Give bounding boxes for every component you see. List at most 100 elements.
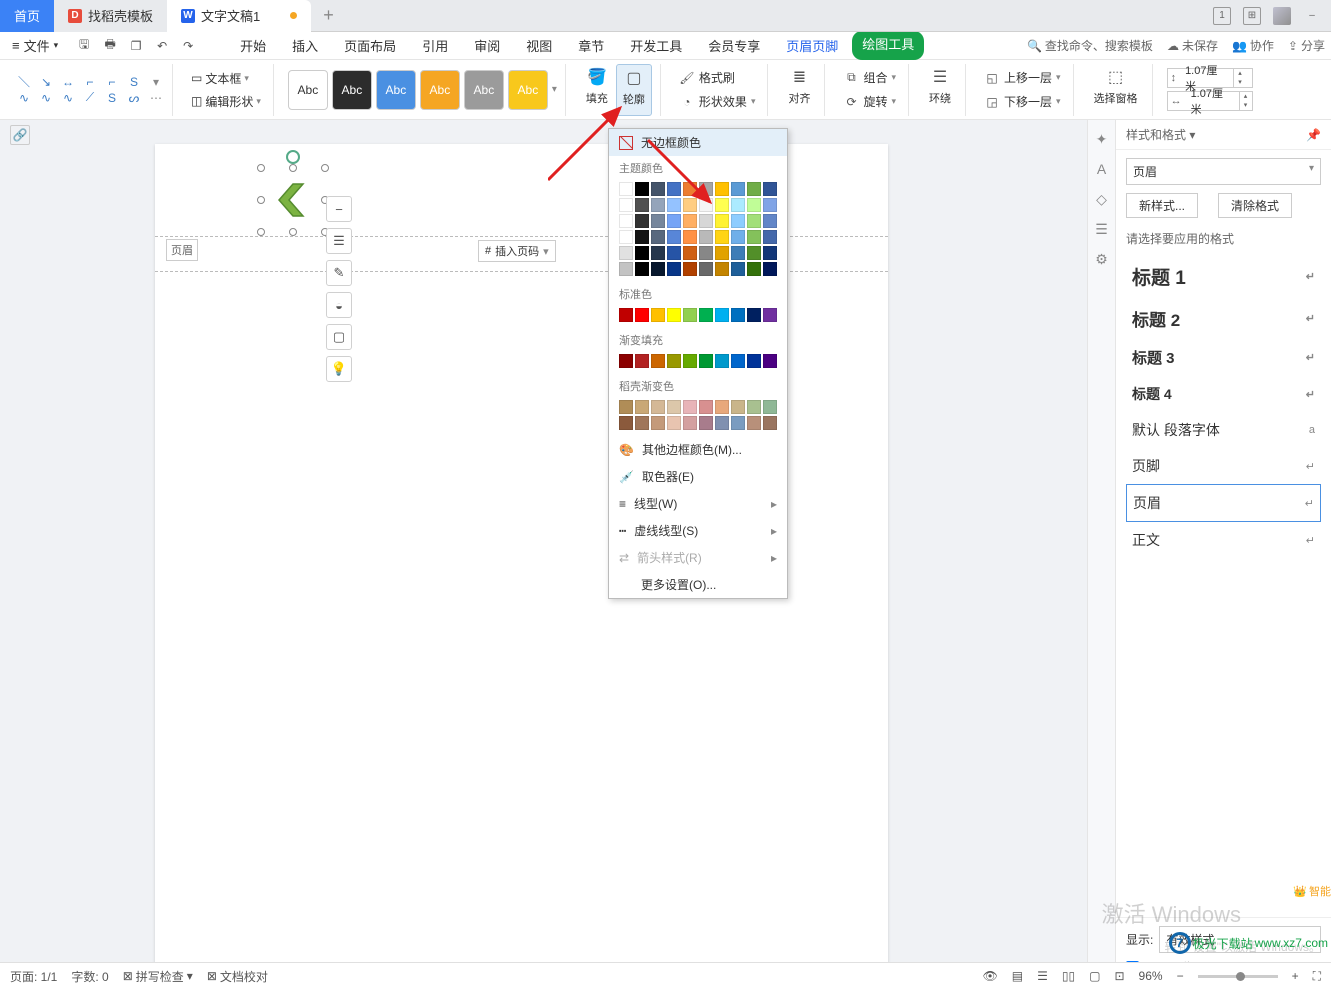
fill-button[interactable]: ◒ <box>326 292 352 318</box>
color-swatch[interactable] <box>683 230 697 244</box>
color-swatch[interactable] <box>731 308 745 322</box>
rotate-handle[interactable] <box>286 150 300 164</box>
color-swatch[interactable] <box>763 308 777 322</box>
tab-dev[interactable]: 开发工具 <box>618 31 694 60</box>
color-swatch[interactable] <box>731 354 745 368</box>
settings-icon[interactable]: ⚙ <box>1093 250 1111 268</box>
color-swatch[interactable] <box>683 262 697 276</box>
color-swatch[interactable] <box>683 214 697 228</box>
tab-view[interactable]: 视图 <box>514 31 564 60</box>
color-swatch[interactable] <box>763 416 777 430</box>
textbox-button[interactable]: ▭文本框 ▾ <box>187 68 265 89</box>
style-heading1[interactable]: 标题 1↵ <box>1126 255 1321 298</box>
minimize-icon[interactable]: – <box>1303 7 1321 25</box>
zoom-slider[interactable] <box>1198 975 1278 978</box>
style-preset-5[interactable]: Abc <box>464 70 504 110</box>
save-icon[interactable]: 🖫 <box>76 38 92 54</box>
s-curve-icon[interactable]: S <box>104 91 120 105</box>
frame-button[interactable]: ▢ <box>326 324 352 350</box>
color-swatch[interactable] <box>731 400 745 414</box>
edit-button[interactable]: ✎ <box>326 260 352 286</box>
redo-icon[interactable]: ↷ <box>180 38 196 54</box>
color-swatch[interactable] <box>699 230 713 244</box>
color-swatch[interactable] <box>635 198 649 212</box>
view-read-icon[interactable]: ▯▯ <box>1062 969 1075 983</box>
line-icon[interactable]: ＼ <box>16 75 32 89</box>
color-swatch[interactable] <box>731 214 745 228</box>
more-settings-item[interactable]: 更多设置(O)... <box>609 571 787 598</box>
collab-button[interactable]: 👥协作 <box>1232 37 1274 54</box>
view-page-icon[interactable]: ▤ <box>1012 969 1023 983</box>
style-body[interactable]: 正文↵ <box>1126 522 1321 558</box>
connector-icon[interactable]: ⌐ <box>82 75 98 89</box>
expand-icon[interactable]: ⛶ <box>1313 969 1321 984</box>
tab-layout[interactable]: 页面布局 <box>332 31 408 60</box>
color-swatch[interactable] <box>715 354 729 368</box>
chevron-down-icon[interactable]: ▾ <box>552 84 557 95</box>
loop-icon[interactable]: ᔕ <box>126 91 142 105</box>
color-swatch[interactable] <box>747 182 761 196</box>
tab-reference[interactable]: 引用 <box>410 31 460 60</box>
chevron-shape[interactable] <box>275 182 311 218</box>
zoom-in-button[interactable]: + <box>1292 969 1299 983</box>
color-swatch[interactable] <box>715 400 729 414</box>
color-swatch[interactable] <box>763 354 777 368</box>
color-swatch[interactable] <box>635 262 649 276</box>
color-swatch[interactable] <box>667 400 681 414</box>
chevron-down-icon[interactable]: ▾ <box>148 75 164 89</box>
layout-button[interactable]: ☰ <box>326 228 352 254</box>
color-swatch[interactable] <box>635 214 649 228</box>
color-swatch[interactable] <box>651 214 665 228</box>
tab-member[interactable]: 会员专享 <box>696 31 772 60</box>
proof-button[interactable]: ⊠文档校对 <box>207 968 268 985</box>
color-swatch[interactable] <box>747 354 761 368</box>
wrap-button[interactable]: ☰环绕 <box>923 64 957 116</box>
tab-document[interactable]: W 文字文稿1 <box>167 0 311 32</box>
resize-handle[interactable] <box>289 164 297 172</box>
tab-templates[interactable]: D 找稻壳模板 <box>54 0 167 32</box>
tab-insert[interactable]: 插入 <box>280 31 330 60</box>
color-swatch[interactable] <box>715 416 729 430</box>
color-swatch[interactable] <box>635 230 649 244</box>
color-swatch[interactable] <box>619 214 633 228</box>
zoom-out-button[interactable]: − <box>1177 969 1184 983</box>
curve-s-icon[interactable]: S <box>126 75 142 89</box>
more-border-colors-item[interactable]: 🎨其他边框颜色(M)... <box>609 436 787 463</box>
style-preset-2[interactable]: Abc <box>332 70 372 110</box>
color-swatch[interactable] <box>651 246 665 260</box>
no-border-item[interactable]: 无边框颜色 <box>609 129 787 156</box>
color-swatch[interactable] <box>763 246 777 260</box>
tab-header-footer[interactable]: 页眉页脚 <box>774 31 850 60</box>
style-heading2[interactable]: 标题 2↵ <box>1126 298 1321 339</box>
resize-handle[interactable] <box>257 228 265 236</box>
color-swatch[interactable] <box>667 416 681 430</box>
shape-icon[interactable]: ◇ <box>1093 190 1111 208</box>
word-count[interactable]: 字数: 0 <box>71 968 108 985</box>
color-swatch[interactable] <box>763 198 777 212</box>
color-swatch[interactable] <box>619 262 633 276</box>
unsaved-button[interactable]: ☁未保存 <box>1167 37 1218 54</box>
color-swatch[interactable] <box>763 182 777 196</box>
color-swatch[interactable] <box>667 230 681 244</box>
color-swatch[interactable] <box>747 246 761 260</box>
color-swatch[interactable] <box>651 230 665 244</box>
new-style-button[interactable]: 新样式... <box>1126 193 1198 218</box>
color-swatch[interactable] <box>747 400 761 414</box>
color-swatch[interactable] <box>747 198 761 212</box>
color-swatch[interactable] <box>683 354 697 368</box>
bring-forward-button[interactable]: ◱上移一层 ▾ <box>980 67 1065 88</box>
align-button[interactable]: ≣对齐 <box>782 64 816 116</box>
color-picker-item[interactable]: 💉取色器(E) <box>609 463 787 490</box>
spin-up[interactable]: ▴ <box>1240 92 1252 101</box>
color-swatch[interactable] <box>683 182 697 196</box>
color-swatch[interactable] <box>699 354 713 368</box>
color-swatch[interactable] <box>683 400 697 414</box>
eye-icon[interactable]: 👁 <box>983 969 998 983</box>
color-swatch[interactable] <box>667 262 681 276</box>
selection-pane-button[interactable]: ⬚选择窗格 <box>1088 64 1144 116</box>
color-swatch[interactable] <box>699 400 713 414</box>
color-swatch[interactable] <box>667 354 681 368</box>
style-default[interactable]: 默认 段落字体a <box>1126 412 1321 448</box>
panel-title[interactable]: 样式和格式 ▾ <box>1126 126 1195 143</box>
color-swatch[interactable] <box>619 182 633 196</box>
